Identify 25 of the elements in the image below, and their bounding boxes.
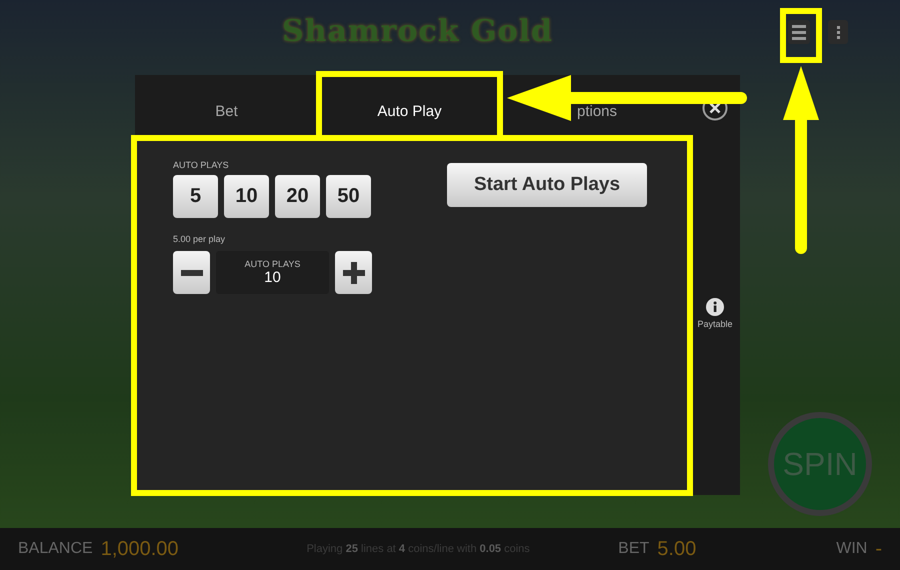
bet-value: 5.00 (657, 538, 696, 560)
preset-button[interactable]: 20 (275, 175, 320, 218)
counter-label: AUTO PLAYS (244, 259, 300, 269)
preset-button[interactable]: 50 (326, 175, 371, 218)
win-value: - (875, 538, 882, 560)
start-auto-plays-button[interactable]: Start Auto Plays (447, 163, 647, 207)
preset-button[interactable]: 5 (173, 175, 218, 218)
more-icon[interactable] (828, 20, 848, 44)
bet-label: BET (618, 540, 650, 558)
balance-label: BALANCE (18, 540, 93, 558)
plus-button[interactable] (335, 251, 372, 294)
menu-icon[interactable] (788, 20, 810, 44)
tab[interactable]: ptions (577, 103, 618, 120)
win-label: WIN (836, 540, 868, 558)
per-play-label: 5.00 per play (173, 234, 226, 244)
highlight-frame (780, 8, 822, 63)
info-icon (706, 298, 724, 316)
tab[interactable]: Auto Play (377, 103, 442, 120)
auto-plays-label: AUTO PLAYS (173, 160, 230, 170)
tab[interactable]: Bet (215, 103, 238, 120)
counter-value: 10 (264, 269, 281, 286)
minus-button[interactable] (173, 251, 210, 294)
paytable-button[interactable]: Paytable (697, 298, 733, 336)
balance-value: 1,000.00 (100, 538, 179, 560)
preset-button[interactable]: 10 (224, 175, 269, 218)
